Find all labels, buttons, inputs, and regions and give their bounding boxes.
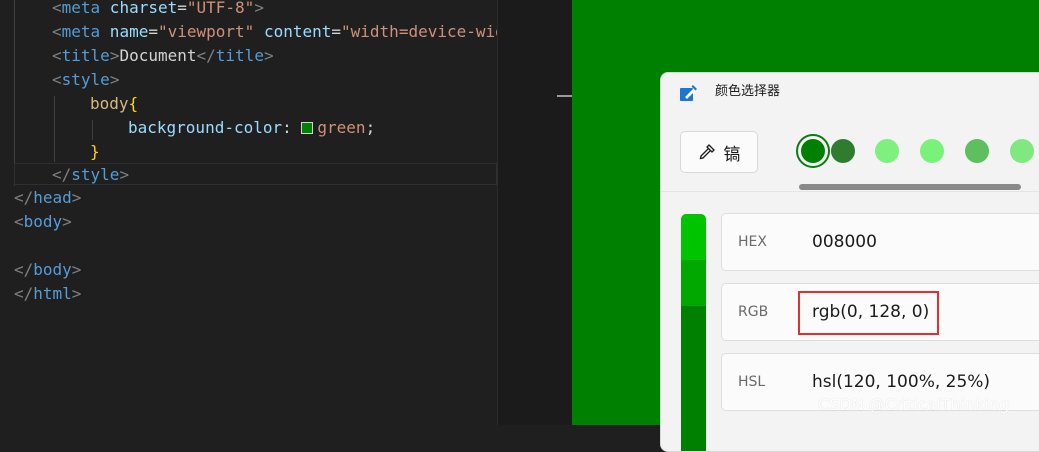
sash-handle[interactable] (557, 95, 572, 97)
token: body (23, 212, 63, 231)
token: green (317, 118, 366, 137)
token: > (71, 260, 82, 279)
swatch-scrollbar[interactable] (799, 184, 1021, 190)
rgb-label: RGB (738, 304, 769, 320)
token: background-color (128, 118, 283, 137)
eyedropper-label: 镐 (723, 144, 741, 165)
eyedropper-button[interactable]: 镐 (680, 131, 758, 173)
color-swatch-icon[interactable] (301, 122, 314, 134)
token: charset (100, 0, 178, 17)
eyedropper-icon (699, 144, 715, 160)
token: "width=device-wid (341, 22, 497, 41)
code-line-6[interactable]: background-color: green; (128, 116, 375, 140)
token: meta (61, 0, 101, 17)
token: </ (14, 260, 34, 279)
token: head (33, 188, 72, 207)
token: ; (365, 118, 376, 137)
code-editor[interactable]: <meta charset="UTF-8"> <meta name="viewp… (0, 0, 497, 425)
code-line-10[interactable]: <body> (14, 210, 72, 234)
token: < (52, 46, 62, 65)
pane-splitter[interactable] (497, 0, 572, 425)
token: Document (119, 46, 197, 65)
token: html (33, 284, 72, 303)
token: > (71, 188, 82, 207)
token: title (215, 46, 264, 65)
token: < (52, 70, 62, 89)
color-picker-app-icon (680, 85, 697, 101)
hex-value[interactable]: 008000 (812, 231, 877, 253)
color-swatch[interactable] (875, 139, 899, 163)
color-swatch[interactable] (965, 139, 989, 163)
token: style (61, 70, 110, 89)
color-swatch[interactable] (1010, 139, 1034, 163)
code-line-5[interactable]: body{ (90, 92, 138, 116)
indent-guide (92, 120, 93, 140)
token: > (109, 70, 120, 89)
token: > (263, 46, 274, 65)
token: > (254, 0, 264, 17)
token: < (52, 22, 62, 41)
window-title: 颜色选择器 (715, 84, 781, 99)
watermark: CSDN @CriticalThinking (818, 395, 1010, 414)
rgb-field[interactable]: RGB rgb(0, 128, 0) (721, 283, 1039, 341)
token: body (33, 260, 72, 279)
code-line-12[interactable]: </body> (14, 258, 81, 282)
token: } (90, 142, 100, 161)
token: = (148, 22, 158, 41)
token: { (128, 94, 139, 113)
token: < (52, 0, 62, 17)
code-line-7[interactable]: } (90, 140, 100, 164)
token: "viewport" (157, 22, 255, 41)
color-swatch[interactable] (920, 139, 944, 163)
token: meta (61, 22, 101, 41)
code-line-3[interactable]: <title>Document</title> (52, 44, 274, 68)
hsl-value[interactable]: hsl(120, 100%, 25%) (812, 371, 990, 393)
token: "UTF-8" (186, 0, 255, 17)
indent-guide (54, 96, 55, 162)
token: > (62, 212, 72, 231)
token: body (90, 94, 129, 113)
code-line-1[interactable]: <meta charset="UTF-8"> (52, 0, 264, 20)
indent-guide (14, 0, 15, 186)
token: > (71, 284, 82, 303)
rgb-value[interactable]: rgb(0, 128, 0) (812, 301, 929, 323)
token: = (177, 0, 187, 17)
color-swatch[interactable] (831, 139, 855, 163)
code-line-13[interactable]: </html> (14, 282, 81, 306)
color-slider[interactable] (681, 214, 706, 451)
hex-field[interactable]: HEX 008000 (721, 213, 1039, 271)
code-line-9[interactable]: </head> (14, 186, 81, 210)
token: < (14, 212, 24, 231)
code-line-2[interactable]: <meta name="viewport" content="width=dev… (52, 20, 497, 44)
token: </ (14, 284, 34, 303)
token: : (282, 118, 302, 137)
titlebar[interactable]: 颜色选择器 (661, 73, 1039, 111)
token: style (71, 165, 120, 184)
code-line-4[interactable]: <style> (52, 68, 119, 92)
hsl-label: HSL (738, 374, 766, 390)
color-swatch[interactable] (796, 134, 830, 168)
divider (661, 191, 1039, 192)
code-line-8[interactable]: </style> (52, 163, 129, 187)
token: content (254, 22, 332, 41)
token: </ (196, 46, 216, 65)
token: > (109, 46, 120, 65)
token: name (100, 22, 149, 41)
token: title (61, 46, 110, 65)
hex-label: HEX (738, 234, 767, 250)
token: > (119, 165, 130, 184)
token: = (331, 22, 342, 41)
token: </ (14, 188, 34, 207)
token: </ (52, 165, 72, 184)
